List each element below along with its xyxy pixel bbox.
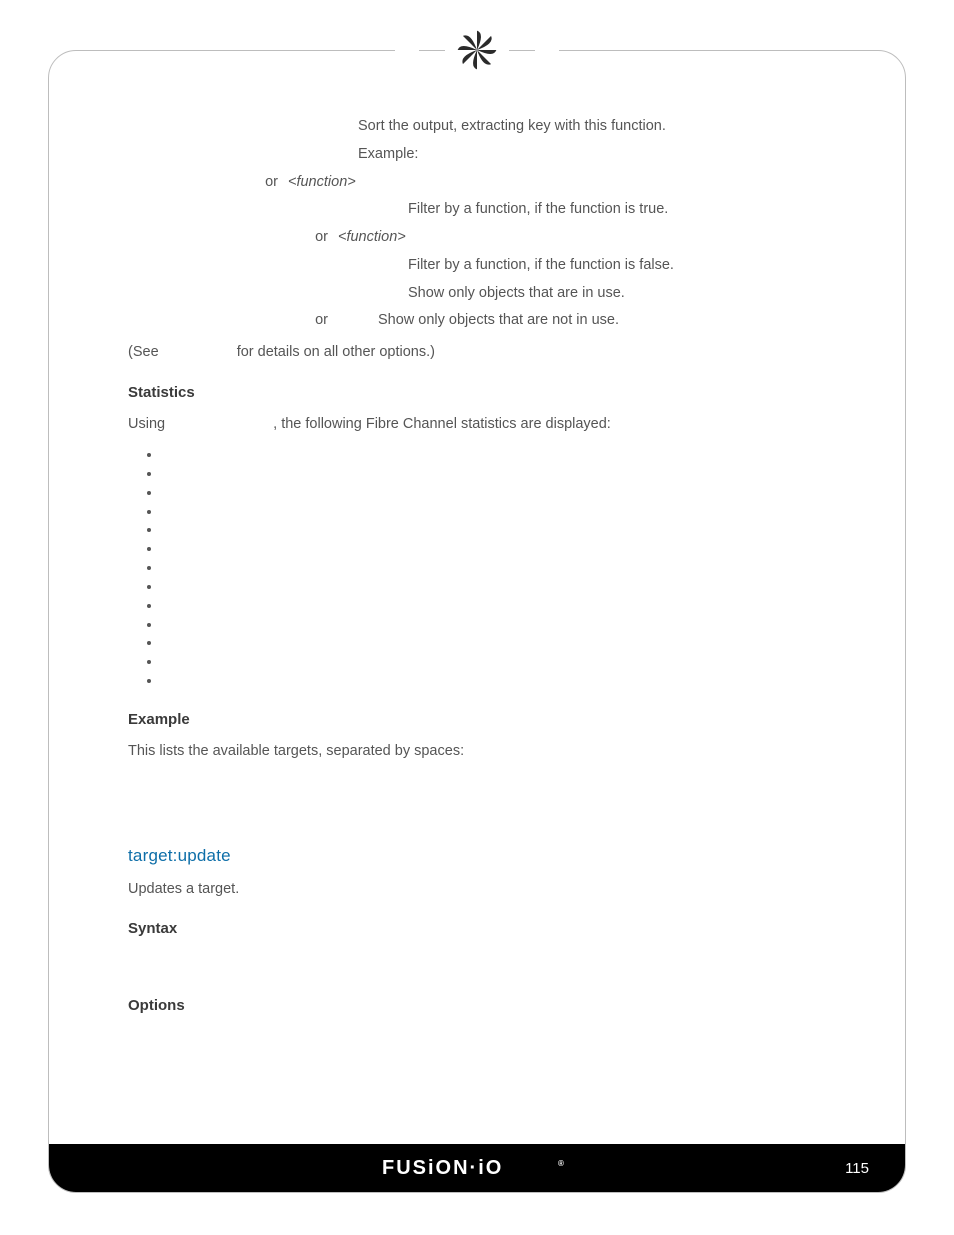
list-item — [162, 597, 846, 616]
list-item — [162, 484, 846, 503]
footer-logo: FUSiON·iO ® — [382, 1156, 572, 1180]
stats-list — [162, 446, 846, 691]
footer-bar: FUSiON·iO ® 115 — [49, 1144, 905, 1192]
opt-or: or — [248, 172, 288, 194]
opt-or-2: or — [298, 227, 338, 249]
opt-sort-desc-2: Example: — [358, 144, 846, 166]
svg-text:®: ® — [558, 1159, 568, 1168]
list-item — [162, 521, 846, 540]
pinwheel-icon — [455, 28, 499, 72]
syntax-heading: Syntax — [128, 918, 846, 941]
list-item — [162, 465, 846, 484]
list-item — [162, 559, 846, 578]
svg-text:FUSiON·iO: FUSiON·iO — [382, 1157, 503, 1179]
stats-intro-1: Using — [128, 416, 169, 432]
list-item — [162, 672, 846, 691]
list-item — [162, 616, 846, 635]
statistics-heading: Statistics — [128, 382, 846, 405]
page-number: 115 — [845, 1160, 869, 1177]
list-item — [162, 503, 846, 522]
opt-notinuse-desc: Show only objects that are not in use. — [378, 310, 846, 332]
opt-filter-false-row: or <function> — [178, 227, 846, 249]
main-content: Sort the output, extracting key with thi… — [128, 112, 846, 1027]
options-heading: Options — [128, 995, 846, 1018]
example-heading: Example — [128, 709, 846, 732]
opt-notinuse-row: or Show only objects that are not in use… — [178, 310, 846, 332]
list-item — [162, 634, 846, 653]
target-update-heading: target:update — [128, 843, 846, 869]
example-text: This lists the available targets, separa… — [128, 741, 846, 763]
see-suffix: for details on all other options.) — [237, 344, 435, 360]
list-item — [162, 653, 846, 672]
opt-arg: <function> — [288, 172, 398, 194]
header-rule-right — [509, 50, 535, 51]
list-item — [162, 578, 846, 597]
opt-arg-2: <function> — [338, 227, 448, 249]
stats-intro: Using , the following Fibre Channel stat… — [128, 414, 846, 436]
opt-filter-true-row: or <function> — [128, 172, 846, 194]
header-rule-left — [419, 50, 445, 51]
opt-filter-false-desc: Filter by a function, if the function is… — [408, 255, 846, 277]
opt-inuse-desc: Show only objects that are in use. — [408, 283, 846, 305]
list-item — [162, 540, 846, 559]
header-logo — [395, 28, 559, 72]
see-line: (See for details on all other options.) — [128, 342, 846, 364]
opt-or-3: or — [298, 310, 338, 332]
stats-intro-2: , the following Fibre Channel statistics… — [273, 416, 611, 432]
list-item — [162, 446, 846, 465]
target-update-desc: Updates a target. — [128, 879, 846, 901]
opt-sort-desc-1: Sort the output, extracting key with thi… — [358, 116, 846, 138]
opt-filter-true-desc: Filter by a function, if the function is… — [408, 199, 846, 221]
see-prefix: (See — [128, 344, 159, 360]
